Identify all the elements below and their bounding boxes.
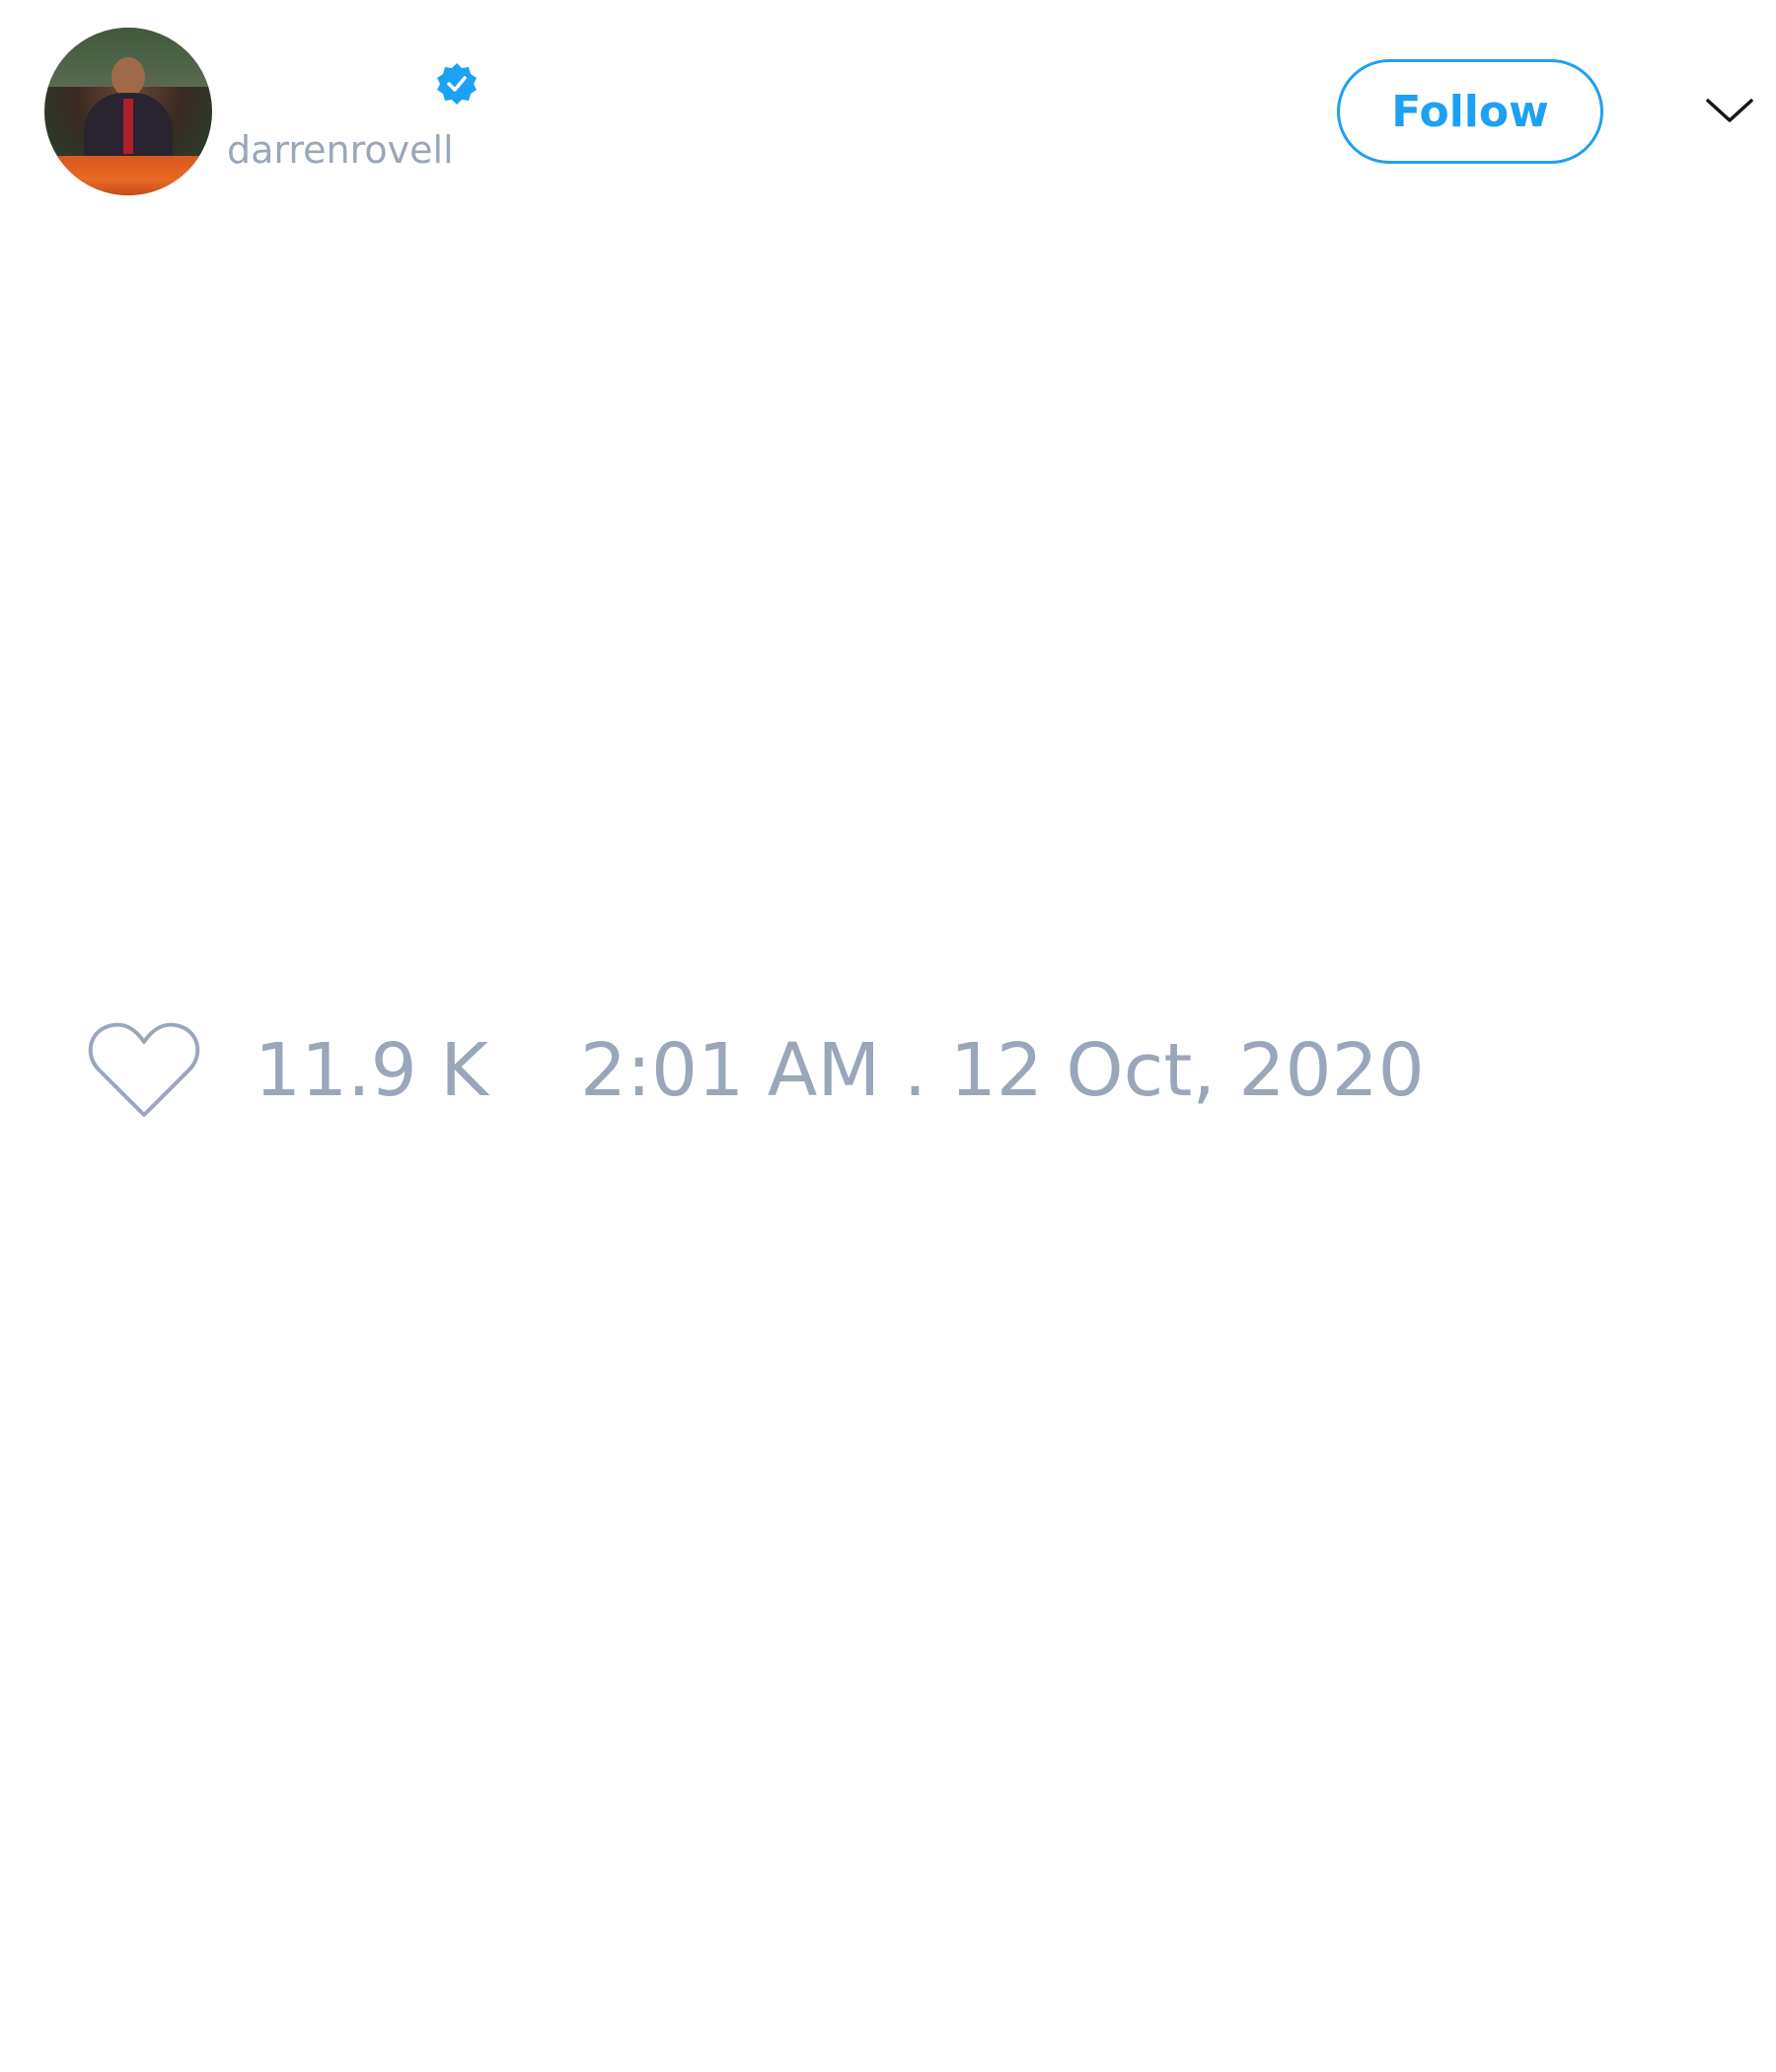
avatar[interactable] [44, 28, 212, 195]
tweet-footer: 11.9 K 2:01 AM . 12 Oct, 2020 [0, 1006, 1776, 1145]
follow-button[interactable]: Follow [1337, 59, 1603, 164]
display-name[interactable] [227, 59, 434, 109]
verified-badge-icon [434, 61, 480, 107]
user-handle[interactable]: darrenrovell [227, 128, 454, 172]
tweet-header: darrenrovell Follow [0, 0, 1776, 217]
like-count: 11.9 K [255, 1028, 488, 1113]
avatar-tie [123, 99, 133, 154]
name-row [227, 54, 480, 113]
tweet-card: darrenrovell Follow 11.9 K 2:01 AM . 12 … [0, 0, 1776, 2072]
heart-icon[interactable] [87, 1018, 201, 1123]
tweet-timestamp[interactable]: 2:01 AM . 12 Oct, 2020 [580, 1028, 1425, 1113]
avatar-ground [44, 156, 212, 195]
avatar-head [111, 57, 145, 97]
chevron-down-icon[interactable] [1702, 91, 1757, 130]
